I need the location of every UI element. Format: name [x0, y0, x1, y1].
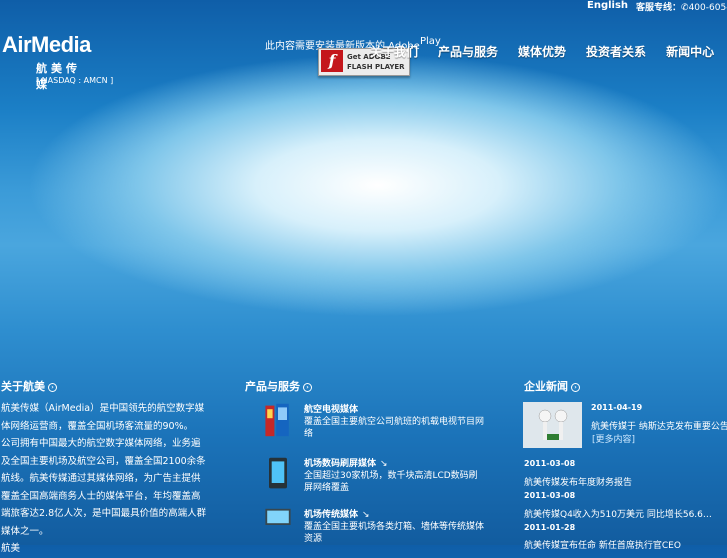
- main-nav: 关于我们 产品与服务 媒体优势 投资者关系 新闻中心: [370, 43, 727, 60]
- hotline: 客服专线：✆400-605-2286: [636, 0, 727, 13]
- news-date: 2011-04-19: [591, 403, 643, 412]
- arrow-right-icon: ›: [48, 382, 57, 392]
- news-title-text: 企业新闻: [524, 380, 568, 393]
- airmedia-logo[interactable]: AirMedia 航美传媒 [ NASDAQ : AMCN ]: [2, 32, 113, 91]
- nasdaq-listing: [ NASDAQ : AMCN ]: [36, 76, 114, 85]
- about-text: 航美传媒（AirMedia）是中国领先的航空数字媒体网络运营商，覆盖全国机场客流…: [1, 400, 207, 558]
- language-link-english[interactable]: English: [587, 0, 628, 11]
- nav-media-advantage[interactable]: 媒体优势: [518, 43, 566, 60]
- news-date: 2011-03-08: [524, 491, 576, 500]
- about-paragraph: 公司拥有中国最大的航空数字媒体网络，业务遍及全国主要机场及航空公司，覆盖全国21…: [1, 438, 207, 537]
- flash-icon: f: [321, 50, 343, 72]
- news-link[interactable]: 航美传媒于 纳斯达克发布重要公告信息…: [591, 419, 727, 432]
- nav-investor-relations[interactable]: 投资者关系: [586, 43, 646, 60]
- nav-news-center[interactable]: 新闻中心: [666, 43, 714, 60]
- news-date: 2011-01-28: [524, 523, 576, 532]
- nav-about[interactable]: 关于我们: [370, 43, 418, 60]
- about-section-title[interactable]: 关于航美 ›: [1, 378, 57, 394]
- product-title[interactable]: 航空电视媒体: [304, 402, 358, 415]
- more-link[interactable]: [更多内容]: [592, 432, 635, 445]
- flash-badge-line2: FLASH PLAYER: [347, 63, 405, 71]
- traditional-media-thumbnail: [265, 508, 291, 525]
- phone-icon: ✆: [681, 3, 689, 13]
- product-desc: 覆盖全国主要机场各类灯箱、墙体等传统媒体资源: [304, 522, 485, 544]
- product-desc: 全国超过30家机场，数千块高清LCD数码刷屏网络覆盖: [304, 471, 478, 493]
- news-thumbnail[interactable]: [523, 402, 582, 448]
- logo-name: AirMedia: [2, 32, 91, 57]
- about-paragraph: 航美传媒（AirMedia）是中国领先的航空数字媒体网络运营商，覆盖全国机场客流…: [1, 403, 205, 432]
- product-title[interactable]: 机场数码刷屏媒体 ↘: [304, 456, 388, 469]
- products-title-text: 产品与服务: [245, 380, 300, 393]
- airline-tv-thumbnail: [265, 403, 289, 437]
- news-section-title[interactable]: 企业新闻 ›: [524, 378, 580, 394]
- news-date: 2011-03-08: [524, 459, 576, 468]
- product-title[interactable]: 机场传统媒体 ↘: [304, 507, 370, 520]
- top-bar: English 客服专线：✆400-605-2286: [0, 0, 727, 14]
- arrow-right-icon: ›: [303, 382, 312, 392]
- arrow-down-right-icon: ↘: [380, 459, 388, 469]
- news-link[interactable]: 航美传媒发布年度财务报告: [524, 475, 632, 488]
- about-title-text: 关于航美: [1, 380, 45, 393]
- about-paragraph: 航美: [1, 543, 21, 554]
- arrow-down-right-icon: ↘: [362, 510, 370, 520]
- nav-products[interactable]: 产品与服务: [438, 43, 498, 60]
- product-desc: 覆盖全国主要航空公司航班的机载电视节目网络: [304, 417, 485, 439]
- hotline-label: 客服专线：: [636, 3, 682, 13]
- hotline-number: 400-605-2286: [688, 3, 727, 13]
- arrow-right-icon: ›: [571, 382, 580, 392]
- products-section-title[interactable]: 产品与服务 ›: [245, 378, 312, 394]
- digital-frame-thumbnail: [269, 457, 287, 489]
- news-link[interactable]: 航美传媒Q4收入为510万美元 同比增长56.6…: [524, 507, 712, 520]
